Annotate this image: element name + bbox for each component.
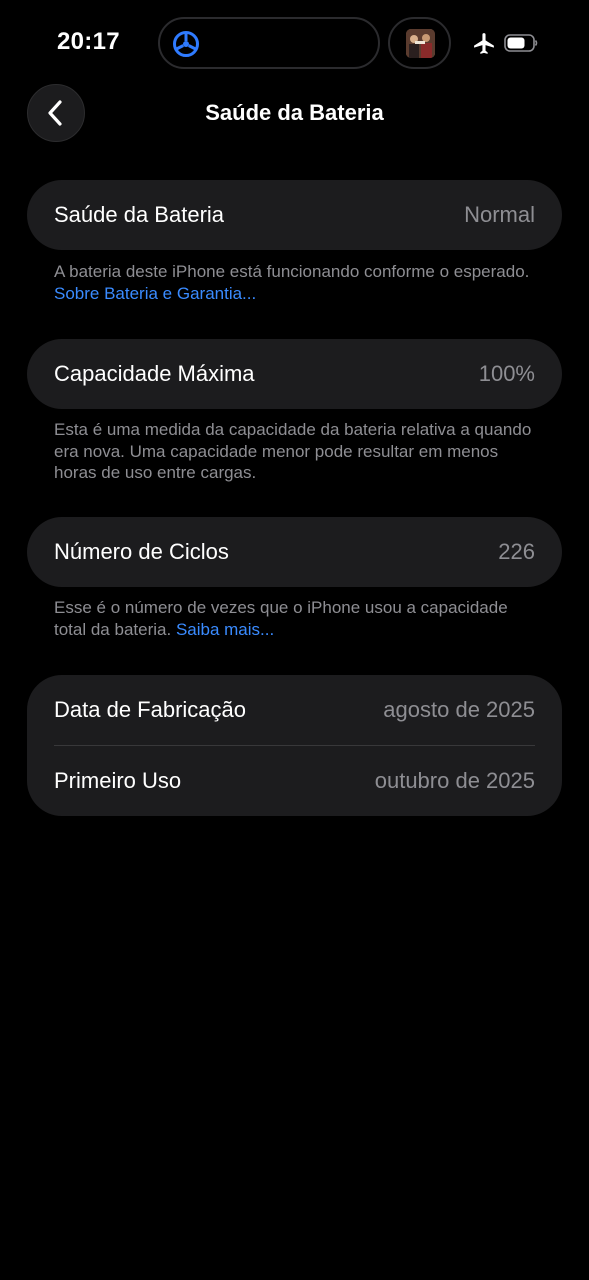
battery-icon bbox=[504, 34, 538, 52]
learn-more-link[interactable]: Saiba mais... bbox=[176, 620, 274, 639]
manufacture-date-row: Data de Fabricação agosto de 2025 bbox=[27, 675, 562, 745]
maximum-capacity-value: 100% bbox=[478, 361, 535, 386]
maximum-capacity-label: Capacidade Máxima bbox=[54, 361, 255, 386]
cycle-count-footnote: Esse é o número de vezes que o iPhone us… bbox=[54, 597, 544, 640]
battery-health-value: Normal bbox=[464, 202, 535, 227]
first-use-row: Primeiro Uso outubro de 2025 bbox=[27, 746, 562, 816]
maximum-capacity-card: Capacidade Máxima 100% bbox=[27, 339, 562, 409]
battery-health-label: Saúde da Bateria bbox=[54, 202, 225, 227]
first-use-value: outubro de 2025 bbox=[374, 768, 535, 793]
first-use-label: Primeiro Uso bbox=[54, 768, 182, 793]
cycle-count-row: Número de Ciclos 226 bbox=[27, 517, 562, 587]
now-playing-pill[interactable] bbox=[388, 17, 451, 69]
steering-wheel-icon bbox=[173, 31, 199, 57]
airplane-icon bbox=[474, 33, 494, 54]
status-time: 20:17 bbox=[57, 28, 120, 55]
maximum-capacity-row: Capacidade Máxima 100% bbox=[27, 339, 562, 409]
maximum-capacity-footnote: Esta é uma medida da capacidade da bater… bbox=[54, 420, 532, 482]
cycle-count-footnote-text: Esse é o número de vezes que o iPhone us… bbox=[54, 598, 508, 639]
battery-health-footnote: A bateria deste iPhone está funcionando … bbox=[54, 261, 544, 304]
album-art-thumbnail bbox=[406, 29, 435, 58]
cycle-count-label: Número de Ciclos bbox=[54, 539, 229, 564]
battery-health-row[interactable]: Saúde da Bateria Normal bbox=[27, 180, 562, 250]
dynamic-island[interactable] bbox=[158, 17, 380, 69]
battery-health-card[interactable]: Saúde da Bateria Normal bbox=[27, 180, 562, 250]
manufacture-date-value: agosto de 2025 bbox=[383, 697, 535, 722]
page-title: Saúde da Bateria bbox=[205, 100, 384, 125]
dates-card: Data de Fabricação agosto de 2025 Primei… bbox=[27, 675, 562, 816]
cycle-count-value: 226 bbox=[498, 539, 535, 564]
battery-warranty-link[interactable]: Sobre Bateria e Garantia... bbox=[54, 284, 256, 303]
battery-health-footnote-text: A bateria deste iPhone está funcionando … bbox=[54, 262, 530, 281]
manufacture-date-label: Data de Fabricação bbox=[54, 697, 246, 722]
cycle-count-card: Número de Ciclos 226 bbox=[27, 517, 562, 587]
